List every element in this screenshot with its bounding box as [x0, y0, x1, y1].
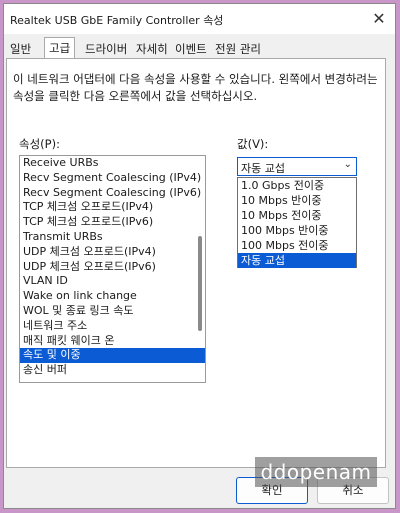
list-item[interactable]: Wake on link change [20, 289, 205, 304]
watermark: ddopenam [255, 457, 377, 487]
scroll-thumb[interactable] [198, 236, 202, 331]
value-label: 값(V): [237, 137, 269, 151]
tab-events[interactable]: 이벤트 [171, 40, 211, 58]
chevron-down-icon: ⌄ [343, 159, 352, 170]
list-item[interactable]: Transmit URBs [20, 230, 205, 245]
vertical-scrollbar[interactable] [197, 158, 203, 380]
tab-advanced[interactable]: 고급 [44, 37, 76, 58]
close-icon[interactable]: ✕ [369, 9, 389, 29]
dropdown-option[interactable]: 1.0 Gbps 전이중 [238, 178, 356, 193]
value-dropdown-list: 1.0 Gbps 전이중 10 Mbps 반이중 10 Mbps 전이중 100… [237, 177, 357, 268]
property-listbox[interactable]: Receive URBs Recv Segment Coalescing (IP… [19, 155, 206, 383]
list-item[interactable]: UDP 체크섬 오프로드(IPv6) [20, 260, 205, 275]
list-item[interactable]: VLAN ID [20, 274, 205, 289]
tab-driver[interactable]: 드라이버 [81, 40, 131, 58]
dropdown-option[interactable]: 100 Mbps 전이중 [238, 238, 356, 253]
list-item[interactable]: Recv Segment Coalescing (IPv6) [20, 186, 205, 201]
list-item-selected[interactable]: 속도 및 이중 [20, 348, 205, 364]
dropdown-option[interactable]: 100 Mbps 반이중 [238, 223, 356, 238]
tab-general[interactable]: 일반 [6, 40, 35, 58]
dropdown-option[interactable]: 10 Mbps 전이중 [238, 208, 356, 223]
dropdown-option[interactable]: 10 Mbps 반이중 [238, 193, 356, 208]
window-title: Realtek USB GbE Family Controller 속성 [10, 14, 224, 27]
title-bar: Realtek USB GbE Family Controller 속성 ✕ [4, 4, 395, 34]
list-item[interactable]: 매직 패킷 웨이크 온 [20, 334, 205, 349]
value-select-current: 자동 교섭 [241, 162, 285, 175]
list-item[interactable]: 네트워크 주소 [20, 319, 205, 334]
list-item[interactable]: WOL 및 종료 링크 속도 [20, 304, 205, 319]
list-item[interactable]: TCP 체크섬 오프로드(IPv6) [20, 215, 205, 230]
tab-details[interactable]: 자세히 [132, 40, 172, 58]
list-item[interactable]: 송신 버퍼 [20, 363, 205, 378]
tab-strip: 일반 고급 드라이버 자세히 이벤트 전원 관리 [6, 37, 386, 59]
property-label: 속성(P): [19, 137, 60, 151]
list-item[interactable]: Receive URBs [20, 156, 205, 171]
tab-power-management[interactable]: 전원 관리 [211, 40, 265, 58]
description-text: 이 네트워크 어댑터에 다음 속성을 사용할 수 있습니다. 왼쪽에서 변경하려… [13, 72, 378, 103]
list-item[interactable]: TCP 체크섬 오프로드(IPv4) [20, 200, 205, 215]
dropdown-option-selected[interactable]: 자동 교섭 [238, 253, 356, 268]
value-select[interactable]: 자동 교섭 ⌄ [237, 157, 357, 176]
list-item[interactable]: Recv Segment Coalescing (IPv4) [20, 171, 205, 186]
list-item[interactable]: UDP 체크섬 오프로드(IPv4) [20, 245, 205, 260]
